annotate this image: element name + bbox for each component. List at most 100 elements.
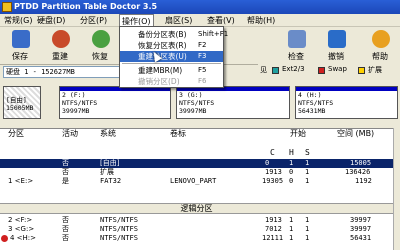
cell-system: NTFS/NTFS: [100, 216, 138, 224]
col-header-partition[interactable]: 分区: [8, 129, 24, 139]
cell-c: 1913: [265, 168, 282, 176]
partition-block-free[interactable]: [自由] 15005MB: [3, 86, 41, 119]
save-label: 保存: [12, 52, 28, 61]
menu-item-rebuild-table[interactable]: 重建分区表(U) F3: [120, 51, 223, 62]
cell-h: 1: [289, 234, 294, 242]
menu-item-shortcut: Shift+F1: [198, 30, 229, 38]
cell-c: 12111: [262, 234, 284, 242]
block-f-fs: NTFS/NTFS: [62, 99, 98, 107]
cell-h: 1: [289, 216, 294, 224]
menu-help[interactable]: 帮助(H): [245, 14, 277, 27]
table-row[interactable]: 否 [自由] 0 1 1 15005: [0, 159, 393, 168]
partition-block-h[interactable]: 4 (H:) NTFS/NTFS 56431MB: [295, 86, 398, 119]
check-label: 检查: [288, 52, 304, 61]
cell-h: 1: [289, 225, 294, 233]
block-h-fs: NTFS/NTFS: [298, 99, 334, 107]
menu-item-label: 备份分区表(B): [138, 30, 187, 39]
menu-item-label: 重建分区表(U): [138, 52, 187, 61]
cell-partition: 1 <E:>: [8, 177, 34, 185]
cell-s: 1: [305, 159, 310, 167]
subheader-s: S: [305, 148, 310, 157]
col-header-system[interactable]: 系统: [100, 129, 116, 139]
menu-separator: [122, 63, 221, 64]
legend-swatch-ext: [272, 67, 279, 74]
rebuild-icon: [52, 30, 70, 48]
cell-c: 1913: [265, 216, 282, 224]
app-icon: [2, 2, 12, 12]
block-g-fs: NTFS/NTFS: [179, 99, 215, 107]
legend-extended-label: 扩展: [368, 66, 382, 74]
table-row[interactable]: 3 <G:> 否 NTFS/NTFS 7012 1 1 39997: [0, 225, 393, 234]
recover-button[interactable]: 恢复: [82, 29, 118, 63]
table-row[interactable]: 否 扩展 1913 0 1 136426: [0, 168, 393, 177]
legend-swatch-extended: [358, 67, 365, 74]
error-icon: [1, 235, 8, 242]
table-row[interactable]: 2 <F:> 否 NTFS/NTFS 1913 1 1 39997: [0, 216, 393, 225]
menu-item-shortcut: F3: [198, 52, 207, 60]
legend: 见 Ext2/3 Swap 扩展: [258, 64, 400, 77]
cell-c: 7012: [265, 225, 282, 233]
cell-h: 0: [289, 168, 294, 176]
cell-system: [自由]: [100, 159, 120, 167]
menu-disk[interactable]: 硬盘(D): [35, 14, 67, 27]
col-header-size[interactable]: 空间 (MB): [337, 129, 374, 139]
cell-active: 是: [62, 177, 69, 185]
list-scrollbar[interactable]: [393, 128, 400, 250]
operation-dropdown-menu: 备份分区表(B) Shift+F1 恢复分区表(R) F2 重建分区表(U) F…: [119, 26, 228, 88]
menu-item-restore-table[interactable]: 恢复分区表(R) F2: [120, 40, 223, 51]
table-row[interactable]: 1 <E:> 是 FAT32 LENOVO_PART 19305 0 1 119…: [0, 177, 393, 186]
drive-select[interactable]: 硬盘 1 - 152627MB: [3, 66, 121, 78]
block-g-size: 39997MB: [179, 107, 207, 115]
check-button[interactable]: 检查: [278, 29, 314, 63]
menu-item-undelete[interactable]: 撤销分区(D) F6: [120, 76, 223, 87]
block-free-name: [自由]: [6, 96, 27, 104]
cell-system: FAT32: [100, 177, 122, 185]
save-icon: [12, 30, 30, 48]
menu-item-label: 撤销分区(D): [138, 77, 180, 86]
menu-item-label: 重建MBR(M): [138, 66, 183, 75]
cell-c: 19305: [262, 177, 284, 185]
table-row[interactable]: 4 <H:> 否 NTFS/NTFS 12111 1 1 56431: [0, 234, 393, 243]
legend-ext-label: Ext2/3: [282, 65, 305, 73]
cell-h: 0: [289, 177, 294, 185]
block-h-bar: [296, 87, 397, 91]
block-f-size: 39997MB: [62, 107, 90, 115]
menu-item-shortcut: F2: [198, 41, 207, 49]
rebuild-label: 重建: [52, 52, 68, 61]
cell-s: 1: [305, 177, 310, 185]
cell-size: 39997: [350, 216, 372, 224]
recover-label: 恢复: [92, 52, 108, 61]
help-button[interactable]: 帮助: [362, 29, 398, 63]
logical-partitions-header: 逻辑分区: [0, 203, 393, 214]
undo-icon: [328, 30, 346, 48]
block-h-name: 4 (H:): [298, 91, 322, 99]
legend-prefix: 见: [260, 66, 267, 74]
cell-size: 1192: [355, 177, 372, 185]
cell-partition: 2 <F:>: [8, 216, 33, 224]
cell-s: 1: [305, 225, 310, 233]
partition-block-g[interactable]: 3 (G:) NTFS/NTFS 39997MB: [176, 86, 290, 119]
menu-item-backup-table[interactable]: 备份分区表(B) Shift+F1: [120, 29, 228, 40]
save-button[interactable]: 保存: [2, 29, 38, 63]
col-header-label[interactable]: 卷标: [170, 129, 186, 139]
cell-size: 15005: [350, 159, 372, 167]
partition-block-f[interactable]: 2 (F:) NTFS/NTFS 39997MB: [59, 86, 171, 119]
menu-partition[interactable]: 分区(P): [78, 14, 109, 27]
menu-item-rebuild-mbr[interactable]: 重建MBR(M) F5: [120, 65, 223, 76]
menu-item-shortcut: F5: [198, 66, 207, 74]
cell-size: 136426: [345, 168, 371, 176]
cell-h: 1: [289, 159, 294, 167]
cell-system: NTFS/NTFS: [100, 225, 138, 233]
cell-system: 扩展: [100, 168, 114, 176]
col-header-start[interactable]: 开始: [290, 129, 306, 139]
col-header-active[interactable]: 活动: [62, 129, 78, 139]
block-f-name: 2 (F:): [62, 91, 86, 99]
rebuild-button[interactable]: 重建: [42, 29, 78, 63]
undo-button[interactable]: 撤销: [318, 29, 354, 63]
block-h-size: 56431MB: [298, 107, 326, 115]
check-icon: [288, 30, 306, 48]
cell-active: 否: [62, 159, 69, 167]
subheader-h: H: [289, 148, 294, 157]
menu-general[interactable]: 常规(G): [2, 14, 34, 27]
cell-c: 0: [265, 159, 270, 167]
